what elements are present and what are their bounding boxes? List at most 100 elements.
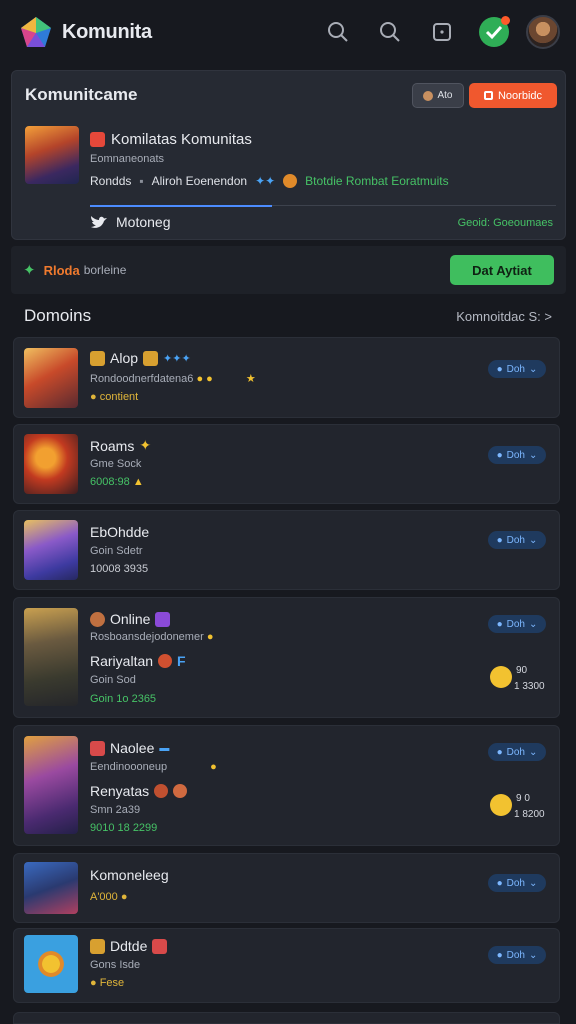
list-item[interactable]: Komoneleeg A'000 ● ● Doh ⌄	[13, 853, 560, 923]
plus-icon: ●	[496, 363, 503, 375]
chevron-down-icon: ⌄	[529, 746, 538, 758]
search-icon[interactable]	[364, 12, 416, 52]
smile-icon	[490, 794, 512, 816]
item-subtitle: Rosboansdejodonemer ●	[90, 631, 214, 643]
flag-icon: F	[177, 653, 186, 669]
divider	[90, 205, 556, 207]
stat-top: 90	[516, 665, 528, 676]
item-status: 6008:98 ▲	[90, 476, 144, 488]
list-item[interactable]: Alop ✦✦✦ Rondoodnerfdatena6 ● ● ★ ● cont…	[13, 337, 560, 418]
item-title: EbOhdde	[90, 524, 150, 540]
emoji-icon: ● ●	[196, 373, 213, 385]
coin-icon	[158, 654, 173, 668]
item-status: A'000 ●	[90, 891, 128, 903]
badge-icon	[143, 350, 159, 366]
item-subtitle-2: Goin Sod	[90, 674, 136, 686]
chevron-down-icon: ⌄	[529, 949, 538, 961]
mode-bar: ✦ Rloda borleine Dat Aytiat	[11, 246, 566, 294]
sparkle-icon: ✦	[139, 437, 152, 453]
avatar[interactable]	[526, 15, 560, 49]
smile-icon	[490, 666, 512, 688]
item-highlight: Rariyaltan F	[90, 653, 186, 669]
chevron-down-icon: ⌄	[529, 534, 538, 546]
item-highlight: Renyatas	[90, 783, 188, 799]
item-title: Online	[90, 611, 171, 627]
user-icon	[423, 90, 434, 101]
app-title: Komunita	[62, 20, 152, 43]
notify-button[interactable]: Noorbidc	[469, 83, 557, 108]
primary-action-button[interactable]: Dat Aytiat	[450, 255, 554, 285]
item-status: 9010 18 2299	[90, 822, 158, 834]
item-subtitle: Gme Sock	[90, 458, 142, 470]
emoji-icon: ●	[206, 631, 214, 643]
join-button[interactable]: ● Doh ⌄	[488, 946, 546, 964]
plus-icon: ●	[496, 746, 503, 758]
coin-icon: ●	[90, 391, 100, 403]
chevron-down-icon: ⌄	[529, 618, 538, 630]
item-subtitle: Rondoodnerfdatena6 ● ● ★	[90, 373, 256, 385]
item-status: Goin 1o 2365	[90, 693, 157, 705]
square-icon[interactable]	[416, 12, 468, 52]
join-button[interactable]: ● Doh ⌄	[488, 360, 546, 378]
sparkle-icon: ▬	[159, 742, 170, 754]
section-header: Domoins Komnoitdac S: >	[0, 298, 576, 334]
plus-icon: ●	[496, 949, 503, 961]
community-note: Geoid: Goeoumaes	[457, 217, 553, 229]
section-title: Domoins	[24, 306, 92, 325]
star-icon: ✦	[23, 262, 36, 279]
member-pill[interactable]: Ato	[412, 83, 464, 108]
join-button[interactable]: ● Doh ⌄	[488, 446, 546, 464]
coin-icon: ●	[90, 977, 100, 989]
badge-icon	[155, 611, 171, 627]
app-logo[interactable]	[18, 14, 54, 50]
item-status: 10008 3935	[90, 563, 149, 575]
sparkle-icon: ✦✦	[255, 174, 276, 188]
join-button[interactable]: ● Doh ⌄	[488, 874, 546, 892]
item-title: Roams ✦	[90, 437, 152, 454]
plus-icon: ●	[496, 534, 503, 546]
verified-icon[interactable]	[468, 12, 520, 52]
item-thumbnail	[24, 935, 78, 993]
plus-icon: ●	[496, 618, 503, 630]
item-title: Naolee ▬	[90, 740, 169, 756]
coin-icon: ●	[120, 891, 128, 903]
see-all-link[interactable]: Komnoitdac S: >	[456, 309, 552, 324]
coin-icon	[154, 784, 169, 798]
community-card: Komunitcame Ato Noorbidc Komilatas Komun…	[11, 70, 566, 240]
plus-icon: ●	[496, 877, 503, 889]
dots-icon: ▪	[139, 174, 144, 188]
bell-icon	[483, 91, 493, 100]
community-sub: Eomnaneonats	[90, 153, 164, 165]
join-button[interactable]: ● Doh ⌄	[488, 615, 546, 633]
item-title: Alop ✦✦✦	[90, 350, 191, 366]
avatar-icon	[90, 611, 105, 627]
item-subtitle: Gons Isde	[90, 959, 141, 971]
mode-label: Rloda	[43, 262, 80, 278]
list-item[interactable]: Roams ✦ Gme Sock 6008:98 ▲ ● Doh ⌄	[13, 424, 560, 504]
list-item[interactable]: Ddtde Gons Isde ● Fese ● Doh ⌄	[13, 928, 560, 1003]
stat-bottom: 1 3300	[514, 681, 545, 692]
item-thumbnail	[24, 520, 78, 580]
join-button[interactable]: ● Doh ⌄	[488, 743, 546, 761]
list-item[interactable]: Online Rosboansdejodonemer ● Rariyaltan …	[13, 597, 560, 718]
chevron-down-icon: ⌄	[529, 449, 538, 461]
star-icon: ★	[245, 373, 256, 385]
badge-icon	[90, 350, 105, 366]
plus-icon: ●	[496, 449, 503, 461]
sparkle-icon: ✦✦✦	[163, 352, 191, 365]
coin-icon	[173, 784, 188, 798]
badge-icon	[90, 938, 105, 954]
item-status: ● contient	[90, 391, 139, 403]
thumbs-up-icon: ▲	[132, 476, 144, 488]
list-item[interactable]: Naolee ▬ Eendinoooneup ● Renyatas Smn 2a…	[13, 725, 560, 846]
list-item[interactable]: EbOhdde Goin Sdetr 10008 3935 ● Doh ⌄	[13, 510, 560, 590]
follow-row[interactable]: Motoneg	[90, 214, 170, 230]
notification-dot	[501, 16, 510, 25]
item-thumbnail	[24, 434, 78, 494]
item-subtitle-2: Smn 2a39	[90, 804, 141, 816]
list-item[interactable]	[13, 1012, 560, 1024]
bird-icon	[91, 215, 107, 228]
community-thumbnail[interactable]	[25, 126, 79, 184]
search-icon[interactable]	[312, 12, 364, 52]
join-button[interactable]: ● Doh ⌄	[488, 531, 546, 549]
